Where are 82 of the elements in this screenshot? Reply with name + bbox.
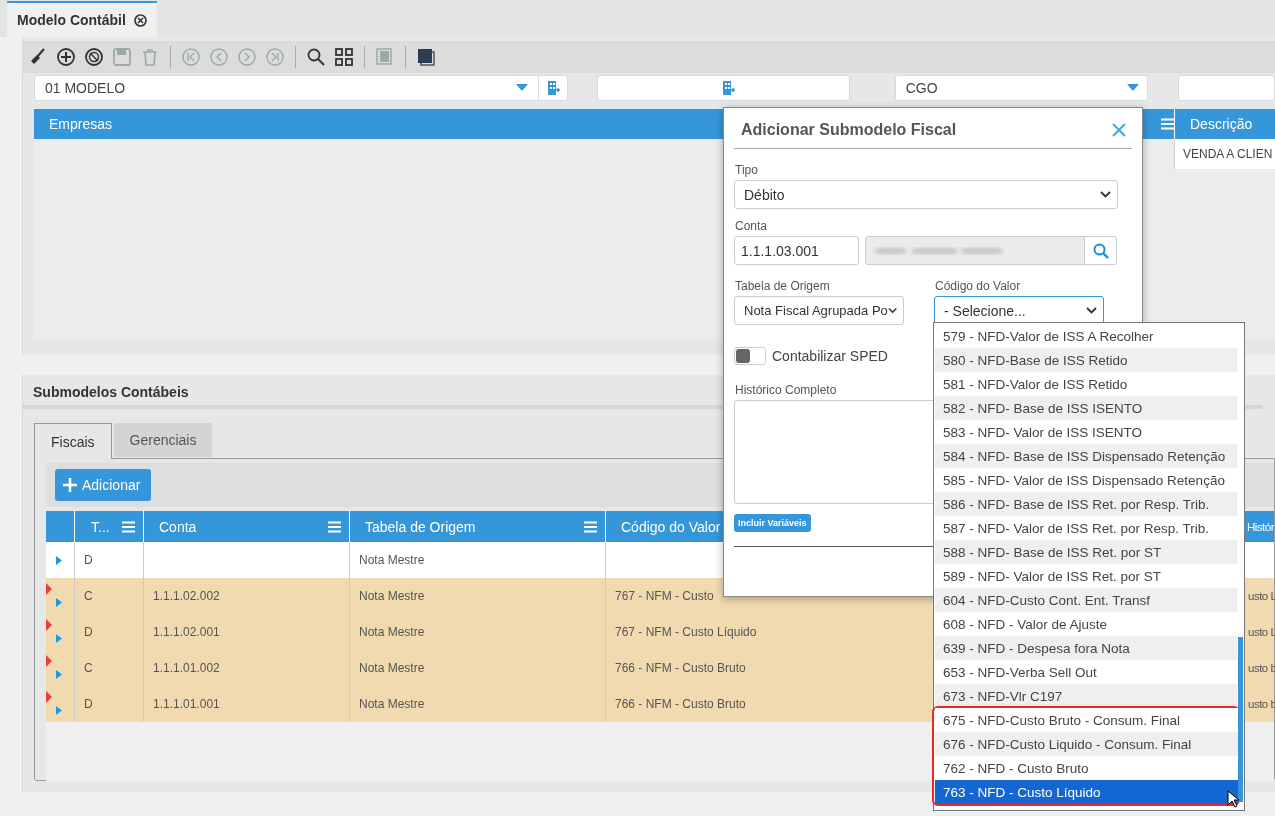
table-cell: C (84, 661, 93, 675)
row-arrow-icon[interactable] (56, 705, 62, 715)
row-arrow-icon[interactable] (56, 597, 62, 607)
sped-toggle[interactable] (734, 347, 766, 365)
chevron-icon (887, 307, 897, 314)
dropdown-option[interactable]: 604 - NFD-Custo Cont. Ent. Transf (935, 588, 1237, 612)
cgo-select[interactable]: CGO (894, 75, 1149, 101)
cancel-icon[interactable] (84, 47, 104, 67)
text-field[interactable] (1178, 75, 1275, 101)
table-cell: 1.1.1.02.001 (153, 625, 220, 639)
company-field[interactable] (597, 75, 850, 101)
close-icon[interactable] (133, 13, 147, 27)
caret-icon[interactable] (516, 84, 529, 92)
chevron-icon (1086, 307, 1097, 314)
column-header: Histór (1247, 520, 1275, 533)
document-tab[interactable]: Modelo Contábil (7, 1, 157, 37)
field-label: Conta (735, 219, 768, 233)
table-cell: 767 - NFM - Custo Líquido (615, 625, 757, 639)
toggle-label: Contabilizar SPED (772, 348, 888, 364)
model-select[interactable]: 01 MODELO (34, 75, 569, 101)
section-tab[interactable]: Gerenciais (113, 423, 213, 457)
dropdown-option[interactable]: 588 - NFD- Base de ISS Ret. por ST (935, 540, 1237, 564)
chevron-icon (1100, 191, 1111, 198)
row-arrow-icon[interactable] (56, 633, 62, 643)
column-header: Empresas (49, 116, 113, 132)
menu-icon[interactable] (584, 520, 597, 533)
account-name-field[interactable] (865, 236, 1117, 265)
origin-table-select[interactable]: Nota Fiscal Agrupada Po (734, 296, 904, 325)
table-cell: 766 - NFM - Custo Bruto (615, 697, 746, 711)
pointer-icon (1227, 790, 1239, 808)
scrollbar-thumb[interactable] (1238, 637, 1243, 802)
table-cell: Nota Mestre (359, 589, 425, 603)
field-label: Tipo (735, 163, 758, 177)
field-label: Tabela de Origem (735, 279, 830, 293)
grid-icon[interactable] (334, 47, 354, 67)
field-label: Histórico Completo (735, 383, 837, 397)
dropdown-option[interactable]: 676 - NFD-Custo Liquido - Consum. Final (935, 732, 1238, 756)
table-cell: D (84, 553, 93, 567)
table-cell: Nota Mestre (359, 625, 425, 639)
tipo-select[interactable]: Débito (734, 180, 1118, 209)
table-cell: 1.1.1.01.002 (153, 661, 220, 675)
dialog-title: Adicionar Submodelo Fiscal (741, 121, 957, 139)
menu-icon[interactable] (328, 520, 341, 533)
menu-icon[interactable] (122, 520, 135, 533)
column-header: Conta (159, 518, 197, 535)
column-header: Código do Valor (621, 518, 721, 535)
table-cell: 1.1.1.02.002 (153, 589, 220, 603)
row-arrow-icon[interactable] (56, 555, 62, 565)
table-cell: 767 - NFM - Custo (615, 589, 714, 603)
table-cell: Nota Mestre (359, 553, 425, 567)
field-label: Código do Valor (935, 279, 1021, 293)
search-icon[interactable] (306, 47, 326, 67)
dropdown-option[interactable]: 580 - NFD-Base de ISS Retido (935, 348, 1237, 372)
table-cell: VENDA A CLIEN (1174, 139, 1275, 169)
section-tab[interactable]: Fiscais (34, 423, 112, 459)
table-cell: Nota Mestre (359, 697, 425, 711)
dropdown-option[interactable]: 673 - NFD-Vlr C197 (935, 684, 1237, 708)
dropdown-option[interactable]: 763 - NFD - Custo Líquido (935, 780, 1238, 804)
dropdown-option[interactable]: 586 - NFD- Base de ISS Ret. por Resp. Trib. (935, 492, 1237, 516)
table-cell: 1.1.1.01.001 (153, 697, 220, 711)
column-header: T... (91, 518, 110, 535)
dropdown-option[interactable]: 584 - NFD- Base de ISS Dispensado Retenção (935, 444, 1237, 468)
dropdown-option[interactable]: 639 - NFD - Despesa fora Nota (935, 636, 1237, 660)
building-icon[interactable] (546, 80, 560, 96)
account-field[interactable]: 1.1.1.03.001 (734, 236, 859, 265)
plus-icon (63, 478, 77, 492)
column-header: Descrição (1190, 116, 1253, 132)
layers-icon[interactable] (416, 47, 436, 67)
column-header: Tabela de Origem (365, 518, 476, 535)
table-cell: 766 - NFM - Custo Bruto (615, 661, 746, 675)
caret-icon[interactable] (1127, 84, 1140, 92)
add-icon[interactable] (56, 47, 76, 67)
table-cell: D (84, 625, 93, 639)
building-icon[interactable] (722, 80, 735, 96)
row-arrow-icon[interactable] (56, 669, 62, 679)
table-cell: usto b (1248, 662, 1275, 674)
table-cell: D (84, 697, 93, 711)
table-cell: C (84, 589, 93, 603)
menu-icon[interactable] (1161, 118, 1174, 130)
table-cell: usto b (1248, 698, 1275, 710)
dropdown-option[interactable]: 582 - NFD- Base de ISS ISENTO (935, 396, 1237, 420)
table-cell: Nota Mestre (359, 661, 425, 675)
